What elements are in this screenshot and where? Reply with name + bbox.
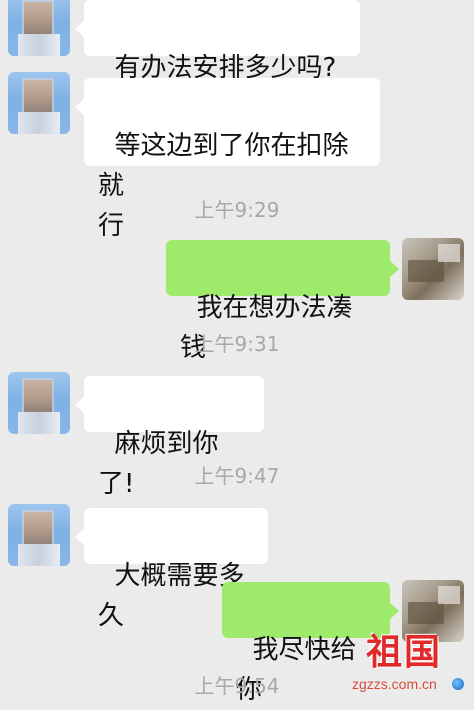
incoming-message[interactable]: 麻烦到你了! — [75, 376, 264, 499]
outgoing-message[interactable]: 我在想办法凑钱 — [166, 240, 399, 363]
watermark-logo-text: 祖国 — [366, 632, 443, 673]
watermark-site-text: zgzzs.com.cn — [352, 676, 437, 692]
timestamp: 上午9:47 — [194, 464, 280, 488]
site-watermark: 祖国 zgzzs.com.cn — [350, 632, 468, 696]
incoming-message[interactable]: 有办法安排多少吗? — [75, 0, 360, 83]
contact-avatar[interactable] — [8, 0, 70, 56]
contact-avatar[interactable] — [8, 504, 70, 566]
timestamp: 上午9:29 — [194, 198, 280, 222]
incoming-message[interactable]: 大概需要多久 — [75, 508, 268, 631]
contact-avatar[interactable] — [8, 372, 70, 434]
contact-avatar[interactable] — [8, 72, 70, 134]
user-avatar[interactable] — [402, 238, 464, 300]
timestamp: 上午9:31 — [194, 332, 280, 356]
incoming-message[interactable]: 等这边到了你在扣除就 行 — [75, 78, 380, 241]
globe-icon — [452, 678, 464, 690]
message-text: 等这边到了你在扣除就 行 — [98, 131, 349, 241]
outgoing-message[interactable]: 我尽快给你 — [222, 582, 399, 705]
